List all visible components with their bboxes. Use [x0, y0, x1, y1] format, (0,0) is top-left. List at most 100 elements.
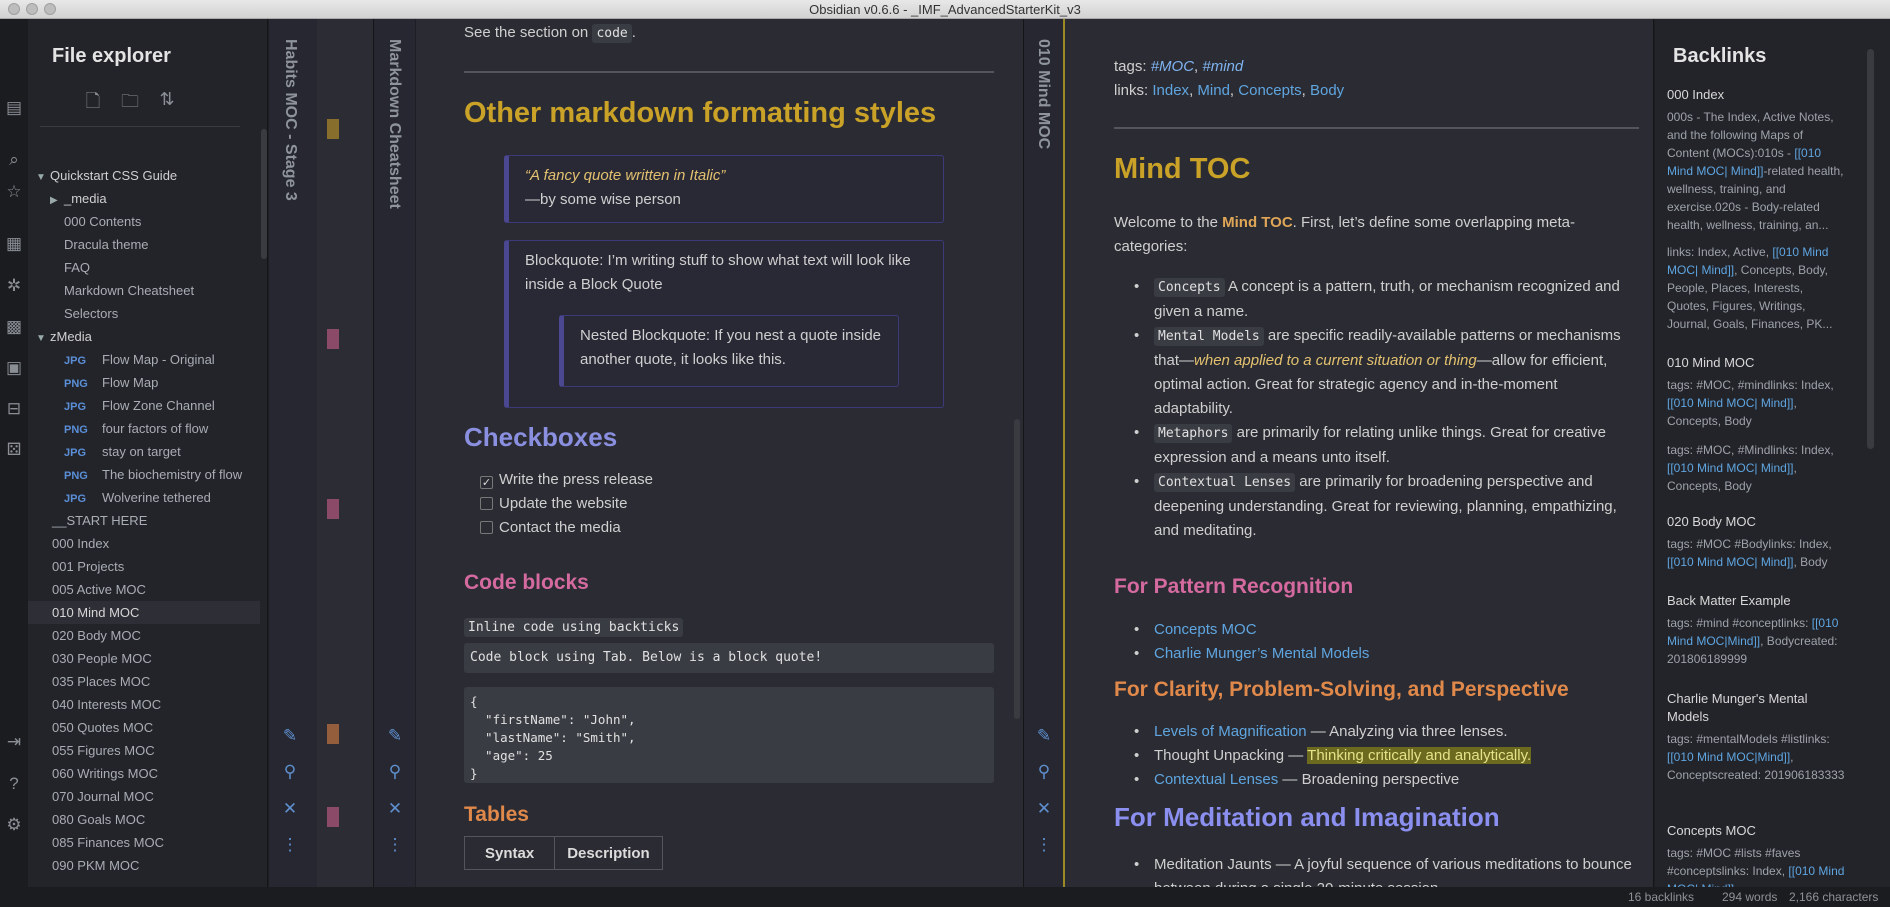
pin-icon[interactable]: ⚲ — [1033, 762, 1055, 782]
file-item[interactable]: __START HERE — [28, 509, 260, 532]
file-item[interactable]: Markdown Cheatsheet — [28, 279, 260, 302]
close-icon[interactable]: ✕ — [1033, 799, 1055, 819]
file-item[interactable]: 010 Mind MOC — [28, 601, 260, 624]
file-item[interactable]: JPG Flow Zone Channel — [28, 394, 260, 417]
file-item[interactable]: JPG stay on target — [28, 440, 260, 463]
backlink-item[interactable]: Charlie Munger's Mental Models tags: #men… — [1667, 690, 1847, 784]
internal-link[interactable]: Concepts — [1238, 82, 1301, 99]
backlink-link[interactable]: [[010 Mind MOC| Mind]] — [1667, 555, 1794, 569]
folder-item[interactable]: ▼ zMedia — [28, 325, 260, 348]
file-item[interactable]: 020 Body MOC — [28, 624, 260, 647]
star-icon[interactable]: ☆ — [3, 181, 25, 203]
settings-icon[interactable]: ⚙ — [3, 814, 25, 836]
cheatsheet-scrollbar[interactable] — [1014, 419, 1020, 719]
file-item[interactable]: 000 Contents — [28, 210, 260, 233]
edit-icon[interactable]: ✎ — [1033, 726, 1055, 746]
pin-icon[interactable]: ⚲ — [384, 762, 406, 782]
pane-cheatsheet-title[interactable]: Markdown Cheatsheet — [385, 39, 403, 209]
edit-icon[interactable]: ✎ — [384, 726, 406, 746]
file-item[interactable]: 035 Places MOC — [28, 670, 260, 693]
new-file-icon[interactable]: 🗋 — [82, 89, 104, 111]
folder-item[interactable]: ▼ Quickstart CSS Guide — [28, 164, 260, 187]
file-item[interactable]: 080 Goals MOC — [28, 808, 260, 831]
clipboard-icon[interactable]: ▦ — [3, 233, 25, 255]
file-item[interactable]: 000 Index — [28, 532, 260, 555]
backlink-title[interactable]: Charlie Munger's Mental Models — [1667, 690, 1847, 726]
backlink-link[interactable]: [[010 Mind MOC| Mind]] — [1667, 461, 1794, 475]
checkbox-checked[interactable]: ✓ — [480, 476, 493, 489]
backlink-link[interactable]: [[010 Mind MOC|Mind]] — [1667, 750, 1790, 764]
checkbox-unchecked[interactable] — [480, 521, 493, 534]
checkbox-unchecked[interactable] — [480, 497, 493, 510]
folder-item[interactable]: ▶ _media — [28, 187, 260, 210]
edit-icon[interactable]: ✎ — [279, 726, 301, 746]
dice-icon[interactable]: ⚄ — [3, 439, 25, 461]
file-item[interactable]: 001 Projects — [28, 555, 260, 578]
internal-link[interactable]: Mind — [1197, 82, 1230, 99]
internal-link[interactable]: Charlie Munger’s Mental Models — [1154, 645, 1369, 662]
file-item[interactable]: FAQ — [28, 256, 260, 279]
backlink-item[interactable]: 000 Index 000s - The Index, Active Notes,… — [1667, 86, 1847, 234]
calendar-icon[interactable]: ▣ — [3, 357, 25, 379]
caret-down-icon[interactable]: ▼ — [36, 327, 50, 348]
backlink-link[interactable]: [[010 Mind MOC| Mind]] — [1667, 396, 1794, 410]
file-item[interactable]: PNG four factors of flow — [28, 417, 260, 440]
file-item[interactable]: 085 Finances MOC — [28, 831, 260, 854]
file-item[interactable]: 055 Figures MOC — [28, 739, 260, 762]
file-item[interactable]: Dracula theme — [28, 233, 260, 256]
export-icon[interactable]: ⇥ — [3, 731, 25, 753]
more-icon[interactable]: ⋮ — [279, 835, 301, 855]
more-icon[interactable]: ⋮ — [384, 835, 406, 855]
grid-icon[interactable]: ▩ — [3, 316, 25, 338]
backlinks-scrollbar[interactable] — [1867, 49, 1874, 449]
file-item[interactable]: 030 People MOC — [28, 647, 260, 670]
backlink-item[interactable]: 010 Mind MOC tags: #MOC, #mindlinks: Inde… — [1667, 354, 1847, 430]
pane-habits-title[interactable]: Habits MOC - Stage 3 — [281, 39, 299, 201]
notes-icon[interactable]: ▤ — [3, 97, 25, 119]
graph-icon[interactable]: ✲ — [3, 275, 25, 297]
sort-icon[interactable]: ⇅ — [156, 89, 178, 111]
file-item[interactable]: 090 PKM MOC — [28, 854, 260, 877]
internal-link[interactable]: Levels of Magnification — [1154, 723, 1307, 740]
caret-down-icon[interactable]: ▼ — [36, 166, 50, 187]
minimize-window-button[interactable] — [26, 3, 38, 15]
search-icon[interactable]: ⌕ — [3, 149, 25, 171]
file-item[interactable]: JPG Wolverine tethered — [28, 486, 260, 509]
backlink-item[interactable]: links: Index, Active, [[010 Mind MOC| Mi… — [1667, 243, 1847, 333]
file-item[interactable]: 050 Quotes MOC — [28, 716, 260, 739]
file-item[interactable]: PNG The biochemistry of flow — [28, 463, 260, 486]
file-item[interactable]: Selectors — [28, 302, 260, 325]
file-item[interactable]: 040 Interests MOC — [28, 693, 260, 716]
backlink-title[interactable]: Concepts MOC — [1667, 822, 1847, 840]
backlink-title[interactable]: 010 Mind MOC — [1667, 354, 1847, 372]
more-icon[interactable]: ⋮ — [1033, 835, 1055, 855]
tag-link[interactable]: #MOC — [1151, 58, 1194, 75]
backlink-item[interactable]: 020 Body MOC tags: #MOC #Bodylinks: Index… — [1667, 513, 1847, 571]
file-item[interactable]: 070 Journal MOC — [28, 785, 260, 808]
inbox-icon[interactable]: ⊟ — [3, 398, 25, 420]
help-icon[interactable]: ? — [3, 773, 25, 795]
file-item[interactable]: 005 Active MOC — [28, 578, 260, 601]
internal-link[interactable]: Body — [1310, 82, 1344, 99]
internal-link[interactable]: Index — [1152, 82, 1189, 99]
backlink-title[interactable]: 000 Index — [1667, 86, 1847, 104]
backlink-item[interactable]: tags: #MOC, #Mindlinks: Index, [[010 Min… — [1667, 441, 1847, 495]
backlink-title[interactable]: 020 Body MOC — [1667, 513, 1847, 531]
file-item[interactable]: 060 Writings MOC — [28, 762, 260, 785]
close-icon[interactable]: ✕ — [279, 799, 301, 819]
explorer-scrollbar[interactable] — [261, 129, 267, 259]
tag-link[interactable]: #mind — [1202, 58, 1243, 75]
close-window-button[interactable] — [8, 3, 20, 15]
zoom-window-button[interactable] — [44, 3, 56, 15]
close-icon[interactable]: ✕ — [384, 799, 406, 819]
file-item[interactable]: PNG Flow Map — [28, 371, 260, 394]
internal-link[interactable]: Concepts MOC — [1154, 621, 1257, 638]
file-item[interactable]: JPG Flow Map - Original — [28, 348, 260, 371]
pane-mind-title[interactable]: 010 Mind MOC — [1034, 39, 1052, 149]
backlink-item[interactable]: Back Matter Example tags: #mind #conceptl… — [1667, 592, 1847, 668]
backlink-title[interactable]: Back Matter Example — [1667, 592, 1847, 610]
pin-icon[interactable]: ⚲ — [279, 762, 301, 782]
new-folder-icon[interactable]: 🗀 — [119, 89, 141, 111]
internal-link[interactable]: Contextual Lenses — [1154, 771, 1278, 788]
caret-right-icon[interactable]: ▶ — [50, 189, 64, 210]
